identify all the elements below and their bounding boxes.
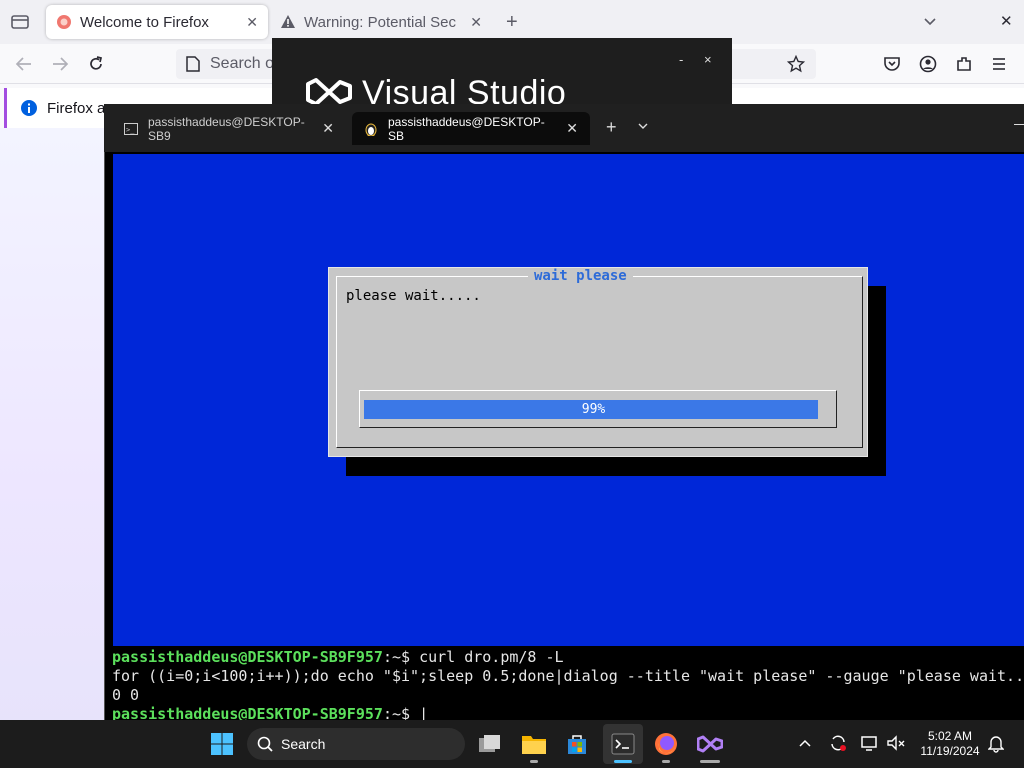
info-icon — [21, 100, 37, 116]
speaker-muted-icon[interactable] — [886, 734, 906, 752]
clock-date: 11/19/2024 — [920, 744, 980, 758]
display-icon[interactable] — [860, 734, 878, 752]
bookmark-star-icon[interactable] — [787, 55, 805, 73]
chevron-up-icon[interactable] — [798, 737, 812, 749]
tab-label: Welcome to Firefox — [80, 13, 209, 31]
firefox-tab-warning[interactable]: Warning: Potential Sec ✕ — [270, 5, 492, 39]
running-indicator — [530, 760, 538, 763]
firefox-tab-welcome[interactable]: Welcome to Firefox ✕ — [46, 5, 268, 39]
gauge-percent: 99% — [581, 402, 606, 417]
terminal-tab-2[interactable]: passisthaddeus@DESKTOP-SB ✕ — [352, 112, 590, 145]
file-explorer-icon[interactable] — [518, 728, 550, 760]
linux-penguin-icon — [364, 122, 378, 136]
tab-label: passisthaddeus@DESKTOP-SB9 — [148, 114, 305, 143]
notification-bell-icon[interactable] — [988, 735, 1004, 753]
running-indicator — [700, 760, 720, 763]
sync-icon[interactable] — [829, 734, 847, 752]
reload-icon[interactable] — [87, 55, 105, 73]
pocket-icon[interactable] — [883, 55, 901, 73]
search-icon — [257, 736, 273, 752]
tab-label: Warning: Potential Sec — [304, 13, 457, 31]
terminal-dropdown-icon[interactable] — [637, 121, 649, 131]
terminal-line-2: for ((i=0;i<100;i++));do echo "$i";sleep… — [112, 667, 1024, 685]
microsoft-store-icon[interactable] — [561, 728, 593, 760]
prompt-suffix: :~$ — [382, 648, 420, 666]
visual-studio-taskbar-icon[interactable] — [694, 728, 726, 760]
firefox-favicon-icon — [56, 14, 72, 30]
new-tab-button[interactable]: + — [506, 11, 518, 34]
url-placeholder: Search o — [210, 55, 275, 72]
back-icon[interactable] — [14, 55, 34, 73]
taskbar-clock[interactable]: 5:02 AM 11/19/2024 — [918, 729, 982, 759]
extensions-icon[interactable] — [955, 55, 973, 73]
close-icon[interactable]: ✕ — [322, 120, 334, 137]
menu-icon[interactable] — [991, 56, 1007, 72]
clock-time: 5:02 AM — [927, 729, 973, 743]
tab-list-icon[interactable] — [10, 12, 30, 32]
terminal-new-tab-button[interactable]: + — [606, 117, 617, 138]
account-icon[interactable] — [919, 55, 937, 73]
terminal-minimize-icon[interactable] — [1014, 124, 1024, 125]
tab-label: passisthaddeus@DESKTOP-SB — [388, 114, 545, 143]
chevron-down-icon[interactable] — [922, 13, 938, 29]
close-window-icon[interactable]: ✕ — [1000, 12, 1013, 30]
close-icon[interactable]: ✕ — [470, 14, 482, 31]
svg-text:>_: >_ — [126, 126, 135, 134]
warning-icon — [280, 14, 296, 30]
running-indicator — [662, 760, 670, 763]
page-icon — [186, 56, 200, 72]
terminal-tab-1[interactable]: >_ passisthaddeus@DESKTOP-SB9 ✕ — [112, 112, 346, 145]
terminal-line-1: passisthaddeus@DESKTOP-SB9F957:~$ curl d… — [112, 648, 564, 666]
command-text: curl dro.pm/8 -L — [419, 648, 564, 666]
close-icon[interactable]: ✕ — [246, 14, 258, 31]
forward-icon[interactable] — [50, 55, 70, 73]
search-label: Search — [281, 736, 326, 752]
terminal-tab-icon: >_ — [124, 122, 138, 135]
firefox-taskbar-icon[interactable] — [650, 728, 682, 760]
firefox-page-content — [0, 128, 104, 728]
close-icon[interactable]: ✕ — [566, 120, 578, 137]
terminal-taskbar-icon[interactable] — [607, 728, 639, 760]
active-indicator — [614, 760, 632, 763]
dialog-message: please wait..... — [346, 288, 481, 304]
notification-text: Firefox a — [47, 99, 106, 117]
start-windows-icon[interactable] — [206, 728, 238, 760]
task-view-icon[interactable] — [474, 728, 506, 760]
prompt-user: passisthaddeus@DESKTOP-SB9F957 — [112, 648, 383, 666]
taskbar-search[interactable]: Search — [247, 728, 465, 760]
dialog-title: wait please — [528, 268, 633, 284]
terminal-line-3: 0 0 — [112, 686, 140, 704]
minimize-button[interactable]: - — [679, 52, 683, 67]
close-button[interactable]: × — [704, 52, 712, 67]
